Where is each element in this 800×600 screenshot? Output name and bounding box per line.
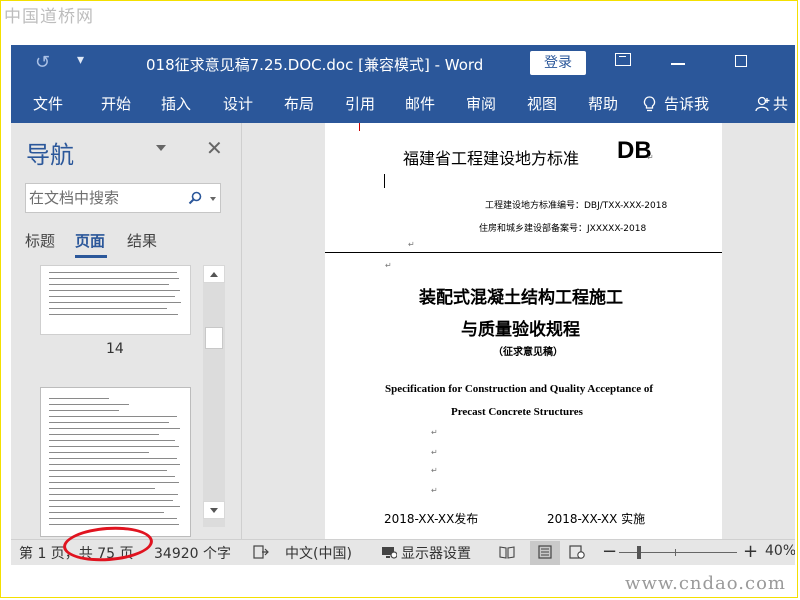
paragraph-mark-icon: ↵	[647, 153, 654, 162]
tab-layout[interactable]: 布局	[284, 93, 314, 114]
quick-access-dropdown-icon[interactable]: ▾	[77, 52, 84, 68]
document-page[interactable]: 福建省工程建设地方标准 DB ↵ 工程建设地方标准编号：DBJ/TXX-XXX-…	[325, 123, 722, 539]
document-title-line2: 与质量验收规程	[461, 320, 580, 340]
navigation-pane: 导航 ✕ 标题 页面 结果 14	[11, 123, 241, 539]
nav-tab-headings[interactable]: 标题	[25, 230, 55, 251]
paragraph-mark-icon: ↵	[431, 486, 438, 495]
document-area: 福建省工程建设地方标准 DB ↵ 工程建设地方标准编号：DBJ/TXX-XXX-…	[242, 123, 795, 539]
scrollbar-track[interactable]	[203, 265, 225, 527]
page-thumbnail-14[interactable]	[40, 265, 191, 335]
tab-home[interactable]: 开始	[101, 93, 131, 114]
tab-file[interactable]: 文件	[33, 93, 63, 114]
english-title-line2: Precast Concrete Structures	[451, 406, 583, 418]
proofing-icon[interactable]	[253, 545, 269, 559]
zoom-level[interactable]: 40%	[765, 543, 795, 559]
english-title-line1: Specification for Construction and Quali…	[385, 383, 654, 395]
tab-references[interactable]: 引用	[345, 93, 375, 114]
share-person-icon	[755, 96, 770, 112]
search-icon[interactable]	[187, 190, 203, 206]
read-mode-icon[interactable]	[499, 545, 515, 559]
tab-review[interactable]: 审阅	[466, 93, 496, 114]
tell-me-label: 告诉我	[664, 95, 710, 113]
close-icon[interactable]: ✕	[206, 136, 223, 160]
tab-mailings[interactable]: 邮件	[405, 93, 435, 114]
tell-me-search[interactable]: 告诉我	[643, 93, 709, 114]
document-title-line1: 装配式混凝土结构工程施工	[419, 288, 623, 308]
scroll-up-button[interactable]	[203, 265, 225, 283]
tab-insert[interactable]: 插入	[161, 93, 191, 114]
lightbulb-icon	[643, 96, 656, 112]
active-tab-indicator	[75, 255, 107, 258]
paragraph-mark-icon: ↵	[431, 428, 438, 437]
scrollbar-thumb[interactable]	[205, 327, 223, 349]
draft-label: （征求意见稿）	[493, 347, 563, 358]
text-cursor	[384, 174, 385, 188]
paragraph-mark-icon: ↵	[431, 466, 438, 475]
margin-marker	[359, 123, 360, 131]
scroll-down-button[interactable]	[203, 501, 225, 519]
minimize-icon[interactable]	[671, 63, 685, 65]
web-layout-icon[interactable]	[569, 545, 585, 559]
nav-tab-results[interactable]: 结果	[127, 230, 157, 251]
header-rule	[325, 252, 722, 253]
word-window: ↺ ▾ 018征求意见稿7.25.DOC.doc [兼容模式] - Word 登…	[11, 45, 795, 565]
ribbon-display-options-icon[interactable]	[615, 53, 631, 66]
zoom-slider-midpoint	[675, 549, 676, 556]
page-thumbnail-15[interactable]	[40, 387, 191, 537]
standard-header: 福建省工程建设地方标准	[403, 149, 580, 168]
issue-date: 2018-XX-XX发布	[384, 512, 479, 526]
paragraph-mark-icon: ↵	[408, 240, 415, 249]
watermark-top: 中国道桥网	[4, 7, 94, 27]
search-box	[25, 183, 221, 213]
thumbnail-scrollbar[interactable]	[203, 265, 225, 527]
zoom-slider-knob[interactable]	[637, 546, 641, 559]
share-button[interactable]: 共	[755, 93, 788, 114]
thumbnail-page-number: 14	[106, 341, 124, 357]
navigation-title: 导航	[26, 141, 74, 169]
watermark-bottom: www.cndao.com	[625, 573, 786, 594]
word-count-status[interactable]: 34920 个字	[154, 543, 231, 563]
tab-help[interactable]: 帮助	[588, 93, 618, 114]
page-thumbnails: 14	[11, 265, 201, 537]
paragraph-mark-icon: ↵	[431, 448, 438, 457]
title-bar: ↺ ▾ 018征求意见稿7.25.DOC.doc [兼容模式] - Word 登…	[11, 45, 795, 83]
maximize-icon[interactable]	[735, 55, 747, 67]
language-status[interactable]: 中文(中国)	[285, 543, 352, 563]
standard-number: 工程建设地方标准编号：DBJ/TXX-XXX-2018	[485, 201, 668, 211]
ribbon-tabs: 文件 开始 插入 设计 布局 引用 邮件 审阅 视图 帮助 告诉我 共	[11, 83, 795, 123]
document-scrollbar[interactable]	[785, 123, 795, 539]
display-settings-label[interactable]: 显示器设置	[401, 543, 471, 563]
share-label: 共	[773, 95, 789, 113]
zoom-out-button[interactable]: −	[602, 541, 617, 562]
login-button[interactable]: 登录	[530, 51, 586, 75]
document-title: 018征求意见稿7.25.DOC.doc [兼容模式] - Word	[146, 56, 484, 74]
pane-options-dropdown-icon[interactable]	[156, 145, 166, 151]
tab-view[interactable]: 视图	[527, 93, 557, 114]
autosave-icon[interactable]: ↺	[35, 52, 50, 73]
tab-design[interactable]: 设计	[223, 93, 253, 114]
search-input[interactable]	[29, 187, 179, 209]
display-settings-icon[interactable]	[381, 545, 397, 559]
record-number: 住房和城乡建设部备案号：JXXXXX-2018	[479, 224, 647, 234]
nav-tab-pages[interactable]: 页面	[75, 230, 105, 251]
search-options-dropdown-icon[interactable]	[210, 197, 216, 201]
print-layout-icon[interactable]	[537, 545, 553, 559]
effective-date: 2018-XX-XX 实施	[547, 512, 646, 526]
zoom-in-button[interactable]: +	[743, 541, 758, 562]
paragraph-mark-icon: ↵	[385, 261, 392, 270]
